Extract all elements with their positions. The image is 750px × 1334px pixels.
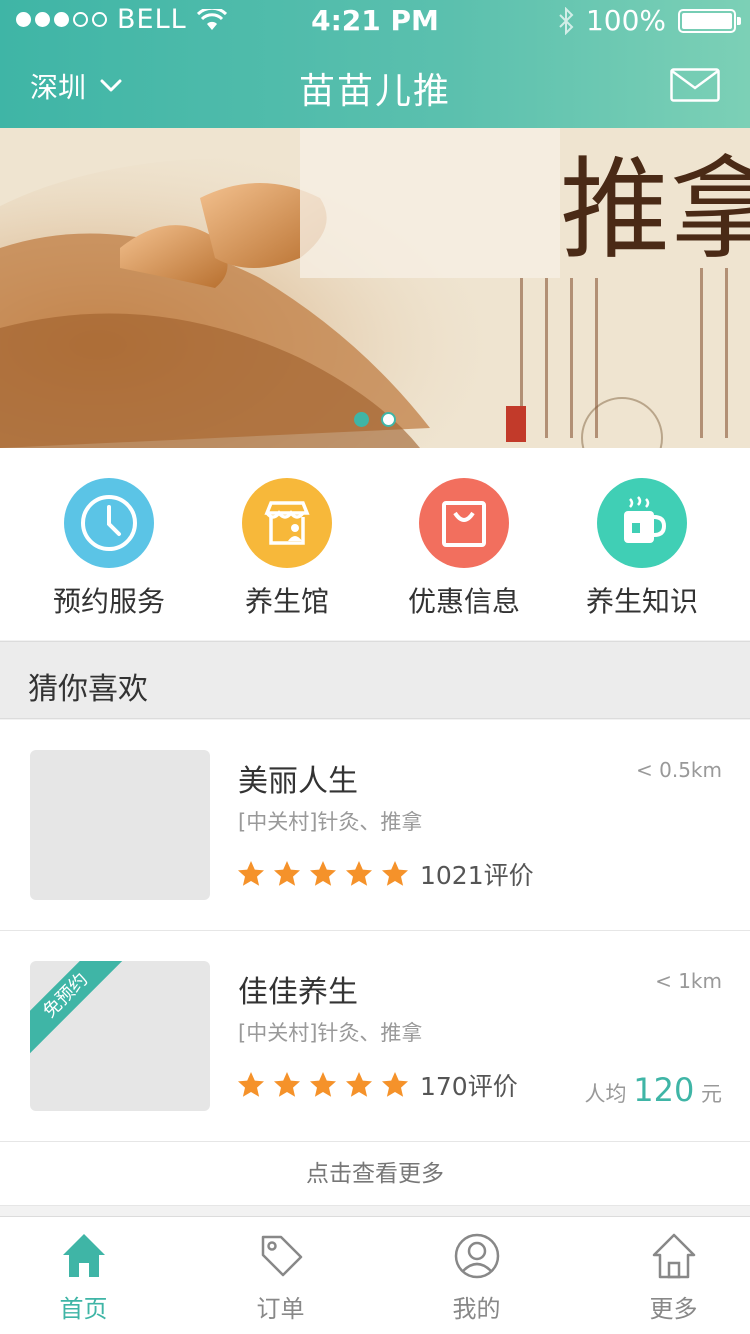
star-icon bbox=[238, 1072, 264, 1097]
house-outline-icon bbox=[652, 1233, 695, 1279]
banner-art-text: 推拿 bbox=[560, 146, 750, 274]
list-item[interactable]: 美丽人生 < 0.5km [中关村]针灸、推拿 1021评价 bbox=[0, 720, 750, 931]
section-title: 猜你喜欢 bbox=[28, 672, 148, 707]
shopping-bag-icon bbox=[419, 478, 509, 568]
star-icon bbox=[310, 1072, 336, 1097]
store-icon bbox=[242, 478, 332, 568]
clock-icon bbox=[64, 478, 154, 568]
star-icon bbox=[382, 1072, 408, 1097]
tab-orders[interactable]: 订单 bbox=[187, 1231, 374, 1324]
quick-entry-store[interactable]: 养生馆 bbox=[197, 478, 377, 620]
tab-mine[interactable]: 我的 bbox=[383, 1231, 570, 1324]
quick-entry-appointment[interactable]: 预约服务 bbox=[19, 478, 199, 620]
tab-label: 订单 bbox=[256, 1295, 305, 1323]
rating: 170评价 bbox=[236, 1067, 518, 1103]
quick-entry-knowledge[interactable]: 养生知识 bbox=[552, 478, 732, 620]
user-icon bbox=[454, 1233, 499, 1279]
star-icon bbox=[382, 861, 408, 886]
tab-label: 更多 bbox=[649, 1295, 698, 1323]
no-reservation-ribbon: 免预约 bbox=[30, 961, 127, 1057]
promo-banner[interactable]: 推拿 bbox=[0, 128, 750, 448]
tea-cup-icon bbox=[597, 478, 687, 568]
quick-entry-label: 预约服务 bbox=[52, 585, 165, 618]
banner-image: 推拿 bbox=[0, 128, 750, 448]
list-item[interactable]: 免预约 佳佳养生 < 1km [中关村]针灸、推拿 170评价 人均 120 元 bbox=[0, 931, 750, 1142]
pagination-dot[interactable] bbox=[381, 412, 396, 427]
page-title: 苗苗儿推 bbox=[298, 71, 451, 112]
store-name: 佳佳养生 bbox=[238, 975, 358, 1010]
tag-icon bbox=[261, 1235, 302, 1277]
tab-bar: 首页 订单 我的 更多 bbox=[0, 1216, 750, 1334]
tab-home[interactable]: 首页 bbox=[0, 1231, 177, 1324]
home-icon bbox=[62, 1234, 105, 1277]
battery-percent: 100% bbox=[585, 4, 666, 37]
pagination-dot[interactable] bbox=[354, 412, 369, 427]
store-tags: [中关村]针灸、推拿 bbox=[238, 810, 423, 834]
load-more-button[interactable]: 点击查看更多 bbox=[0, 1142, 750, 1206]
bluetooth-icon bbox=[559, 6, 574, 35]
price-prefix: 人均 bbox=[584, 1082, 627, 1106]
tab-label: 首页 bbox=[59, 1295, 108, 1323]
price-amount: 120 bbox=[633, 1071, 695, 1109]
header: BELL 4:21 PM 100% 深圳 苗苗儿推 bbox=[0, 0, 750, 128]
mail-icon[interactable] bbox=[670, 68, 720, 102]
battery-icon bbox=[678, 8, 741, 33]
section-header: 猜你喜欢 bbox=[0, 641, 750, 719]
store-thumbnail bbox=[30, 750, 210, 900]
rating: 1021评价 bbox=[236, 856, 534, 892]
star-icon bbox=[274, 1072, 300, 1097]
quick-entry-label: 养生馆 bbox=[244, 585, 329, 618]
tab-label: 我的 bbox=[452, 1295, 501, 1323]
store-name: 美丽人生 bbox=[238, 764, 358, 799]
store-distance: < 1km bbox=[655, 969, 722, 993]
status-bar: BELL 4:21 PM 100% bbox=[0, 0, 750, 40]
star-icon bbox=[346, 861, 372, 886]
quick-entry-label: 养生知识 bbox=[585, 585, 698, 618]
nav-bar: 深圳 苗苗儿推 bbox=[0, 40, 750, 128]
average-price: 人均 120 元 bbox=[585, 1071, 722, 1109]
banner-pagination bbox=[0, 412, 750, 427]
store-thumbnail: 免预约 bbox=[30, 961, 210, 1111]
star-icon bbox=[346, 1072, 372, 1097]
recommend-list: 美丽人生 < 0.5km [中关村]针灸、推拿 1021评价 免预约 佳佳养生 … bbox=[0, 720, 750, 1206]
quick-entry-label: 优惠信息 bbox=[407, 585, 520, 618]
review-count: 170评价 bbox=[420, 1072, 518, 1101]
star-icon bbox=[310, 861, 336, 886]
store-distance: < 0.5km bbox=[636, 758, 722, 782]
quick-entry-deals[interactable]: 优惠信息 bbox=[374, 478, 554, 620]
store-tags: [中关村]针灸、推拿 bbox=[238, 1021, 423, 1045]
price-unit: 元 bbox=[701, 1082, 722, 1106]
review-count: 1021评价 bbox=[420, 861, 534, 890]
star-icon bbox=[238, 861, 264, 886]
quick-entries: 预约服务 养生馆 优惠信息 养生知识 bbox=[0, 448, 750, 640]
star-icon bbox=[274, 861, 300, 886]
tab-more[interactable]: 更多 bbox=[580, 1231, 750, 1324]
